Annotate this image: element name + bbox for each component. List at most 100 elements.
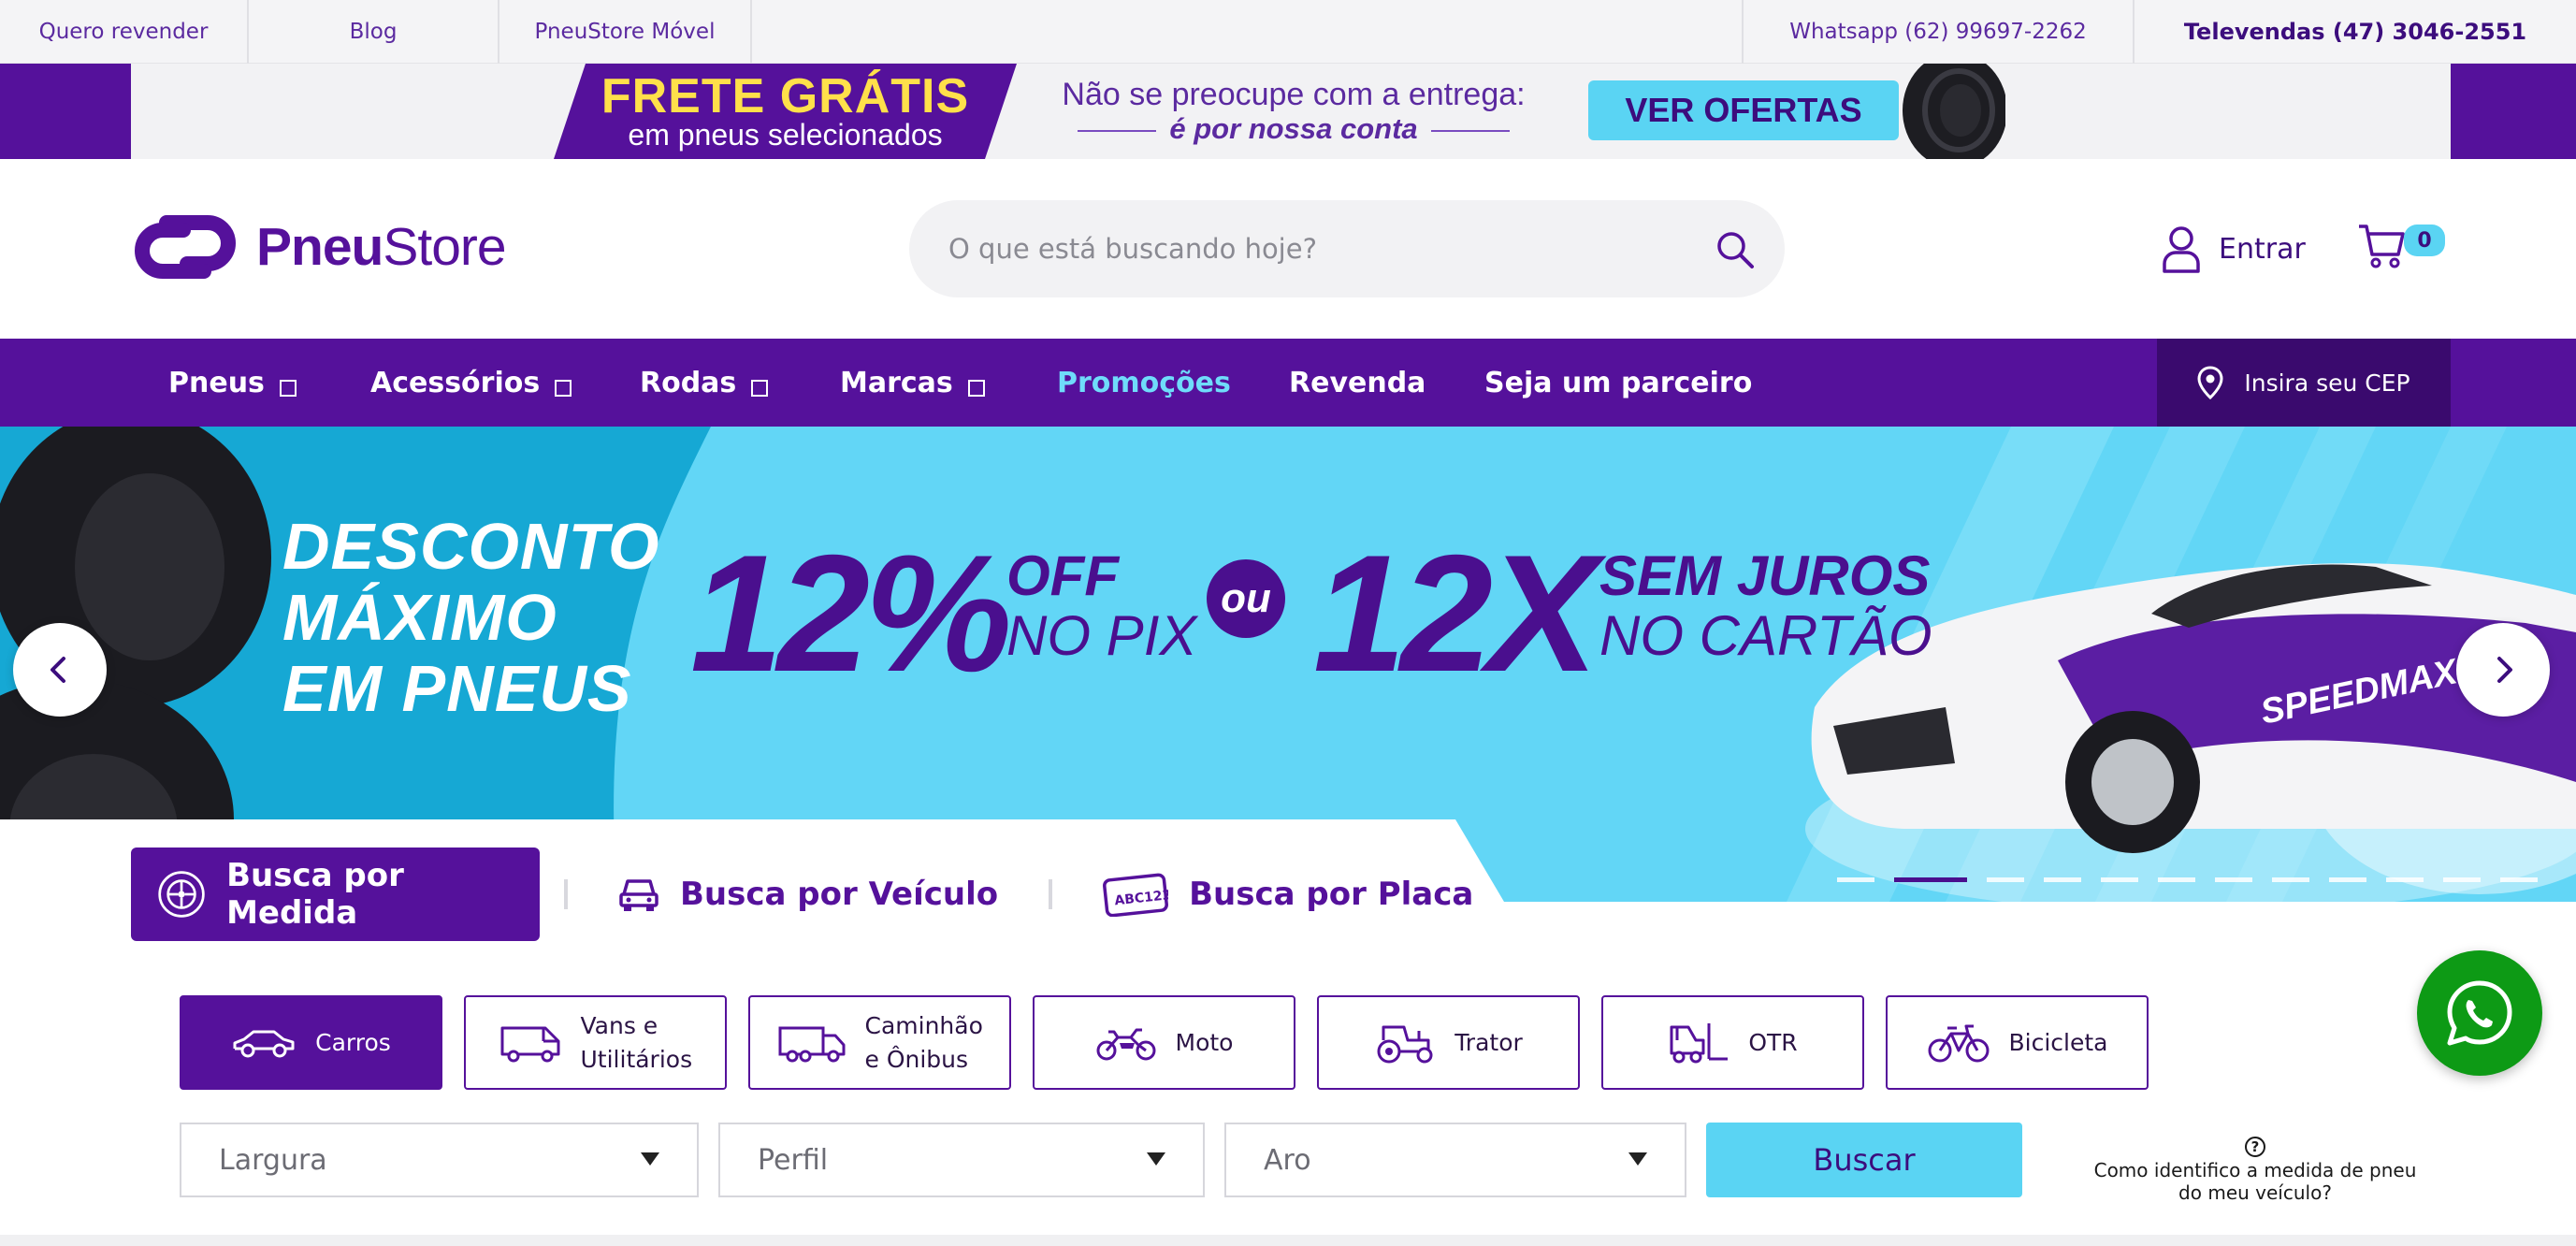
carousel-dot[interactable] [2158,877,2195,882]
carousel-prev-button[interactable] [13,623,107,717]
cart-button[interactable]: 0 [2357,223,2451,273]
nav-item-seja-parceiro[interactable]: Seja um parceiro [1484,339,1752,427]
cep-button[interactable]: Insira seu CEP [2157,339,2451,427]
dropdown-icon [555,380,572,397]
perfil-select-value: Perfil [758,1143,829,1177]
carousel-dot[interactable] [2044,877,2081,882]
delivery-message-line1: Não se preocupe com a entrega: [1062,77,1526,112]
tire-icon [1903,64,2005,159]
logo-mark-icon [135,215,236,279]
hero-headline: DESCONTO MÁXIMO EM PNEUS [282,510,660,725]
vehicle-type-caminhao[interactable]: Caminhão e Ônibus [748,995,1011,1090]
forklift-icon [1670,1022,1729,1063]
vehicle-type-selector: Carros Vans e Utilitários Caminhão e Ôni… [180,995,2170,1090]
chevron-left-icon [51,657,65,683]
ver-ofertas-button[interactable]: VER OFERTAS [1588,80,1899,140]
carousel-next-button[interactable] [2456,623,2550,717]
largura-select-value: Largura [219,1143,327,1177]
vehicle-type-label: Caminhão e Ônibus [864,1011,983,1073]
frete-gratis-title: FRETE GRÁTIS [601,69,970,123]
tab-busca-veiculo-label: Busca por Veículo [680,876,999,913]
carousel-dot[interactable] [1837,877,1874,882]
search-bar [909,200,1785,297]
delivery-message-line2: é por nossa conta [1046,112,1541,146]
perfil-select[interactable]: Perfil [718,1123,1205,1197]
search-input[interactable] [948,200,1678,297]
nav-item-pneus[interactable]: Pneus [168,339,297,427]
bicycle-icon [1928,1024,1989,1062]
nav-item-marcas[interactable]: Marcas [840,339,985,427]
aro-select-value: Aro [1264,1143,1311,1177]
cart-icon [2359,225,2405,268]
carousel-dot[interactable] [2443,877,2481,882]
car-front-icon [619,879,658,911]
carousel-dot[interactable] [2101,877,2138,882]
search-mode-tabs: Busca por Medida Busca por Veículo ABC12… [131,848,1499,941]
tire-size-help-text: Como identifico a medida de pneu do meu … [2093,1159,2417,1204]
dropdown-icon [751,380,769,397]
quero-revender-link[interactable]: Quero revender [0,0,249,64]
caret-down-icon [1628,1152,1647,1166]
carousel-dot[interactable] [2500,877,2538,882]
search-icon[interactable] [1715,230,1755,269]
question-icon: ? [2245,1137,2265,1157]
vehicle-type-otr[interactable]: OTR [1601,995,1864,1090]
carousel-dot[interactable] [1987,877,2024,882]
carousel-pagination [1837,877,2557,882]
carousel-dot[interactable] [2272,877,2309,882]
or-badge: ou [1207,559,1285,638]
tire-size-selects: Largura Perfil Aro [180,1123,1706,1197]
vehicle-type-moto[interactable]: Moto [1033,995,1295,1090]
televendas-phone-link[interactable]: Televendas (47) 3046-2551 [2135,0,2576,64]
pneustore-movel-link[interactable]: PneuStore Móvel [499,0,752,64]
vehicle-type-trator[interactable]: Trator [1317,995,1580,1090]
main-nav: Pneus Acessórios Rodas Marcas Promoções … [0,339,2576,427]
vehicle-type-vans[interactable]: Vans e Utilitários [464,995,727,1090]
free-shipping-promo-strip[interactable]: FRETE GRÁTIS em pneus selecionados Não s… [0,64,2576,159]
tab-busca-medida[interactable]: Busca por Medida [131,848,540,941]
carousel-dot[interactable] [2329,877,2366,882]
pix-discount-label: OFF NO PIX [1006,544,1197,667]
vehicle-type-label: Vans e Utilitários [580,1011,693,1073]
cep-label: Insira seu CEP [2244,369,2410,397]
tab-busca-placa[interactable]: ABC123 Busca por Placa [1077,848,1499,941]
dropdown-icon [279,380,297,397]
carousel-dot[interactable] [2386,877,2424,882]
largura-select[interactable]: Largura [180,1123,699,1197]
whatsapp-icon [2447,980,2512,1046]
tab-divider [1049,879,1053,909]
top-utility-bar: Quero revender Blog PneuStore Móvel What… [0,0,2576,64]
truck-icon [778,1026,845,1062]
frete-gratis-badge: FRETE GRÁTIS em pneus selecionados [554,64,1017,159]
buscar-button[interactable]: Buscar [1706,1123,2022,1197]
van-icon [500,1026,559,1062]
pix-discount-value: 12% [690,520,1012,706]
wheel-icon [158,871,205,918]
motorcycle-icon [1096,1028,1156,1060]
nav-item-promocoes[interactable]: Promoções [1057,339,1231,427]
nav-item-acessorios[interactable]: Acessórios [370,339,572,427]
vehicle-type-bicicleta[interactable]: Bicicleta [1886,995,2149,1090]
login-link[interactable]: Entrar [2161,225,2306,273]
license-plate-icon: ABC123 [1103,873,1168,917]
nav-item-rodas[interactable]: Rodas [640,339,769,427]
page-bottom-divider [0,1235,2576,1246]
tab-busca-veiculo[interactable]: Busca por Veículo [592,848,1024,941]
vehicle-type-carros[interactable]: Carros [180,995,442,1090]
nav-item-revenda[interactable]: Revenda [1289,339,1425,427]
aro-select[interactable]: Aro [1224,1123,1686,1197]
carousel-dot[interactable] [2215,877,2252,882]
vehicle-type-label: Bicicleta [2008,1028,2108,1056]
whatsapp-chat-button[interactable] [2417,950,2542,1076]
user-icon [2163,226,2200,273]
delivery-message: Não se preocupe com a entrega: é por nos… [1046,77,1541,146]
whatsapp-phone-link[interactable]: Whatsapp (62) 99697-2262 [1742,0,2135,64]
blog-link[interactable]: Blog [249,0,499,64]
login-label: Entrar [2219,232,2306,266]
pneustore-logo[interactable]: PneuStore [135,213,507,281]
caret-down-icon [641,1152,659,1166]
installments-label: SEM JUROS NO CARTÃO [1599,544,1932,667]
tire-size-help-link[interactable]: ? Como identifico a medida de pneu do me… [2091,1134,2419,1204]
carousel-dot[interactable] [1894,877,1967,882]
vehicle-type-label: Carros [315,1028,391,1056]
